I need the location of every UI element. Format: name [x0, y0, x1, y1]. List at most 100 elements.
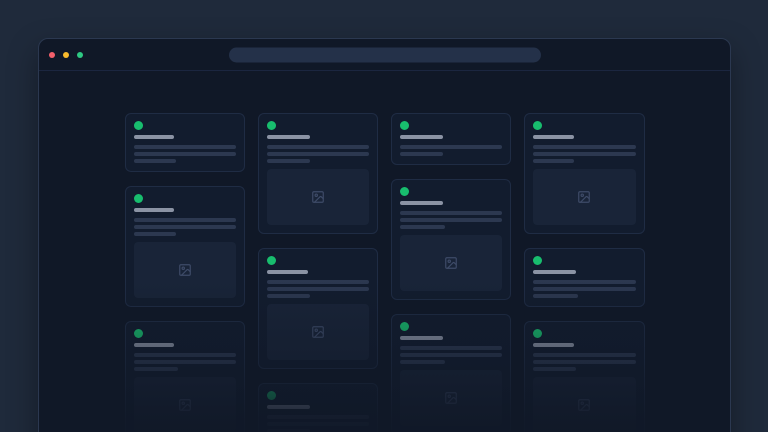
text-line-skeleton: [533, 280, 635, 284]
status-dot-icon: [267, 256, 276, 265]
text-line-skeleton: [267, 415, 369, 419]
text-line-skeleton: [533, 367, 576, 371]
text-line-skeleton: [267, 145, 369, 149]
status-dot-icon: [400, 322, 409, 331]
author-name-skeleton: [400, 135, 443, 139]
image-icon: [178, 398, 192, 412]
text-line-skeleton: [533, 360, 635, 364]
text-line-skeleton: [134, 159, 177, 163]
text-line-skeleton: [533, 287, 635, 291]
text-line-skeleton: [533, 353, 635, 357]
image-icon: [311, 325, 325, 339]
image-placeholder: [267, 304, 369, 360]
image-placeholder: [400, 370, 502, 426]
text-line-skeleton: [134, 232, 177, 236]
text-line-skeleton: [267, 422, 369, 426]
window-title-bar: [39, 39, 730, 71]
text-line-skeleton: [400, 211, 502, 215]
image-placeholder: [267, 169, 369, 225]
text-line-skeleton: [533, 152, 635, 156]
post-card[interactable]: [125, 113, 245, 172]
text-line-skeleton: [134, 145, 236, 149]
author-name-skeleton: [400, 201, 443, 205]
feed-column-2: [258, 113, 378, 432]
text-line-skeleton: [400, 152, 443, 156]
image-icon: [577, 398, 591, 412]
status-dot-icon: [533, 256, 542, 265]
post-card[interactable]: [258, 383, 378, 432]
author-name-skeleton: [533, 343, 574, 347]
post-card[interactable]: [258, 248, 378, 369]
author-name-skeleton: [400, 336, 443, 340]
author-name-skeleton: [267, 270, 308, 274]
text-line-skeleton: [533, 145, 635, 149]
text-line-skeleton: [134, 360, 236, 364]
author-name-skeleton: [267, 405, 310, 409]
status-dot-icon: [400, 121, 409, 130]
author-name-skeleton: [134, 135, 175, 139]
text-line-skeleton: [134, 353, 236, 357]
close-button[interactable]: [49, 52, 55, 58]
minimize-button[interactable]: [63, 52, 69, 58]
text-line-skeleton: [267, 294, 310, 298]
text-line-skeleton: [134, 152, 236, 156]
text-line-skeleton: [134, 218, 236, 222]
feed-grid: [125, 113, 645, 432]
status-dot-icon: [400, 187, 409, 196]
post-card[interactable]: [125, 321, 245, 432]
text-line-skeleton: [267, 280, 369, 284]
text-line-skeleton: [400, 346, 502, 350]
feed-column-1: [125, 113, 245, 432]
text-line-skeleton: [134, 367, 179, 371]
image-icon: [311, 190, 325, 204]
post-card[interactable]: [258, 113, 378, 234]
text-line-skeleton: [400, 353, 502, 357]
image-placeholder: [134, 242, 236, 298]
author-name-skeleton: [134, 343, 175, 347]
post-card[interactable]: [524, 113, 644, 234]
status-dot-icon: [267, 121, 276, 130]
text-line-skeleton: [400, 360, 445, 364]
image-icon: [178, 263, 192, 277]
author-name-skeleton: [533, 135, 574, 139]
status-dot-icon: [134, 121, 143, 130]
text-line-skeleton: [267, 152, 369, 156]
traffic-lights: [49, 52, 83, 58]
text-line-skeleton: [267, 159, 310, 163]
status-dot-icon: [533, 329, 542, 338]
address-bar[interactable]: [229, 47, 541, 62]
author-name-skeleton: [267, 135, 310, 139]
post-card[interactable]: [125, 186, 245, 307]
status-dot-icon: [134, 194, 143, 203]
desktop-background: [0, 0, 768, 432]
window-content: [39, 71, 730, 432]
text-line-skeleton: [533, 294, 578, 298]
image-icon: [444, 391, 458, 405]
text-line-skeleton: [267, 287, 369, 291]
status-dot-icon: [267, 391, 276, 400]
status-dot-icon: [134, 329, 143, 338]
browser-window: [38, 38, 731, 432]
image-placeholder: [533, 169, 635, 225]
image-placeholder: [134, 377, 236, 432]
text-line-skeleton: [134, 225, 236, 229]
status-dot-icon: [533, 121, 542, 130]
post-card[interactable]: [524, 321, 644, 432]
image-placeholder: [533, 377, 635, 432]
author-name-skeleton: [134, 208, 175, 212]
author-name-skeleton: [533, 270, 576, 274]
post-card[interactable]: [391, 314, 511, 432]
image-icon: [577, 190, 591, 204]
text-line-skeleton: [533, 159, 574, 163]
feed-column-3: [391, 113, 511, 432]
feed-column-4: [524, 113, 644, 432]
image-icon: [444, 256, 458, 270]
post-card[interactable]: [391, 113, 511, 165]
text-line-skeleton: [400, 145, 502, 149]
text-line-skeleton: [400, 218, 502, 222]
image-placeholder: [400, 235, 502, 291]
post-card[interactable]: [524, 248, 644, 307]
fullscreen-button[interactable]: [77, 52, 83, 58]
post-card[interactable]: [391, 179, 511, 300]
text-line-skeleton: [400, 225, 445, 229]
